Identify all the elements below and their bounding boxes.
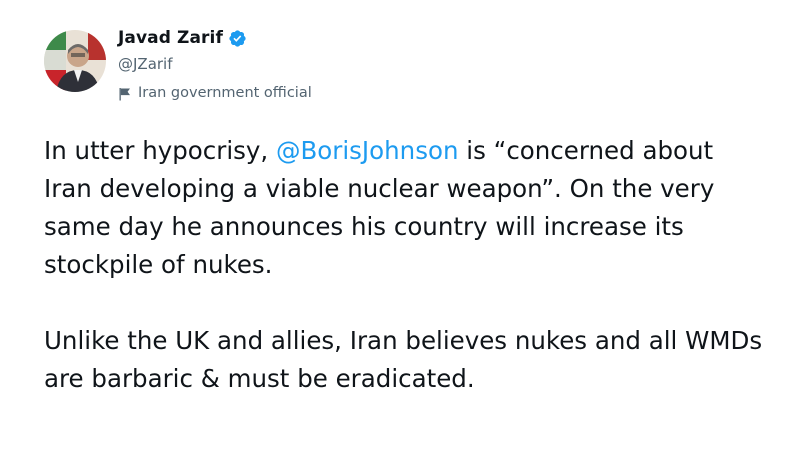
mention-link[interactable]: @BorisJohnson [276,136,459,165]
tweet-paragraph-2: Unlike the UK and allies, Iran believes … [44,326,763,393]
verified-badge-icon [228,29,247,48]
account-label-text: Iran government official [138,85,312,101]
tweet-card: Javad Zarif @JZarif Iran government offi [0,0,800,450]
account-label: Iran government official [118,82,312,104]
profile-photo-icon [44,30,106,92]
name-row: Javad Zarif [118,24,312,52]
display-name[interactable]: Javad Zarif [118,28,223,48]
tweet-header: Javad Zarif @JZarif Iran government offi [44,22,760,104]
tweet-text-before-mention: In utter hypocrisy, [44,136,276,165]
user-handle[interactable]: @JZarif [118,52,312,76]
tweet-paragraph-1: In utter hypocrisy, @BorisJohnson is “co… [44,132,764,284]
tweet-body: In utter hypocrisy, @BorisJohnson is “co… [44,132,764,398]
author-meta: Javad Zarif @JZarif Iran government offi [118,24,312,104]
avatar[interactable] [44,30,106,92]
flag-icon [118,86,132,101]
